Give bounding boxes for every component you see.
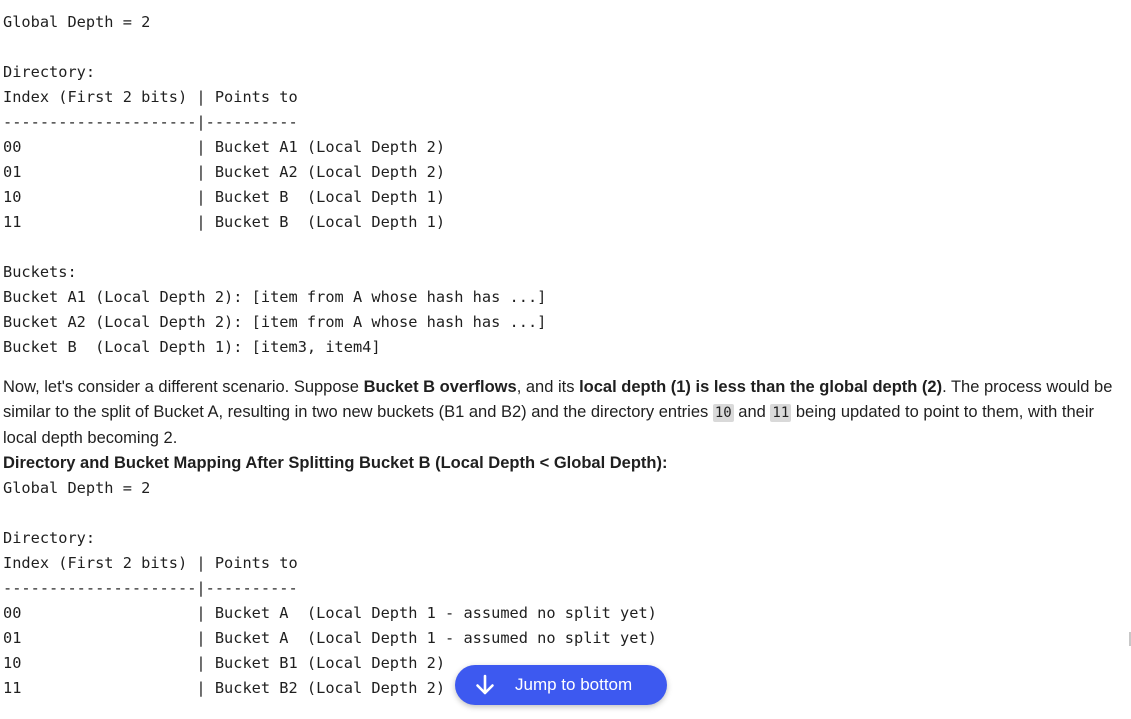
paragraph-bold: local depth (1) is less than the global … — [579, 378, 943, 396]
code-line: Global Depth = 2 — [3, 479, 151, 497]
code-line: Directory: — [3, 529, 96, 547]
code-line: Buckets: — [3, 263, 77, 281]
code-line: ---------------------|---------- — [3, 113, 298, 131]
code-line: 01 | Bucket A2 (Local Depth 2) — [3, 163, 446, 181]
section-heading: Directory and Bucket Mapping After Split… — [3, 454, 668, 472]
code-line: Bucket A2 (Local Depth 2): [item from A … — [3, 313, 547, 331]
code-line: Index (First 2 bits) | Points to — [3, 554, 298, 572]
code-line: Bucket A1 (Local Depth 2): [item from A … — [3, 288, 547, 306]
code-line: 01 | Bucket A (Local Depth 1 - assumed n… — [3, 629, 657, 647]
paragraph-bold: Bucket B overflows — [363, 378, 517, 396]
paragraph-text: and — [733, 403, 771, 421]
code-line: 11 | Bucket B (Local Depth 1) — [3, 213, 446, 231]
code-line: 10 | Bucket B (Local Depth 1) — [3, 188, 446, 206]
inline-code: 10 — [712, 404, 734, 422]
paragraph-text: Now, let's consider a different scenario… — [3, 378, 364, 396]
explanation-paragraph: Now, let's consider a different scenario… — [3, 375, 1123, 476]
code-line: Global Depth = 2 — [3, 13, 151, 31]
chat-response: Global Depth = 2 Directory: Index (First… — [3, 10, 1123, 701]
code-line: Index (First 2 bits) | Points to — [3, 88, 298, 106]
code-line: 11 | Bucket B2 (Local Depth 2) — [3, 679, 446, 697]
code-line: Directory: — [3, 63, 96, 81]
paragraph-text: , and its — [516, 378, 580, 396]
code-line: 00 | Bucket A (Local Depth 1 - assumed n… — [3, 604, 657, 622]
jump-to-bottom-label: Jump to bottom — [515, 675, 633, 694]
code-line: 10 | Bucket B1 (Local Depth 2) — [3, 654, 446, 672]
code-line: 00 | Bucket A1 (Local Depth 2) — [3, 138, 446, 156]
code-line: ---------------------|---------- — [3, 579, 298, 597]
code-line: Bucket B (Local Depth 1): [item3, item4] — [3, 338, 381, 356]
jump-to-bottom-button[interactable]: Jump to bottom — [455, 665, 667, 705]
arrow-down-icon — [473, 673, 497, 697]
code-block-before: Global Depth = 2 Directory: Index (First… — [3, 10, 1123, 360]
inline-code: 11 — [770, 404, 792, 422]
